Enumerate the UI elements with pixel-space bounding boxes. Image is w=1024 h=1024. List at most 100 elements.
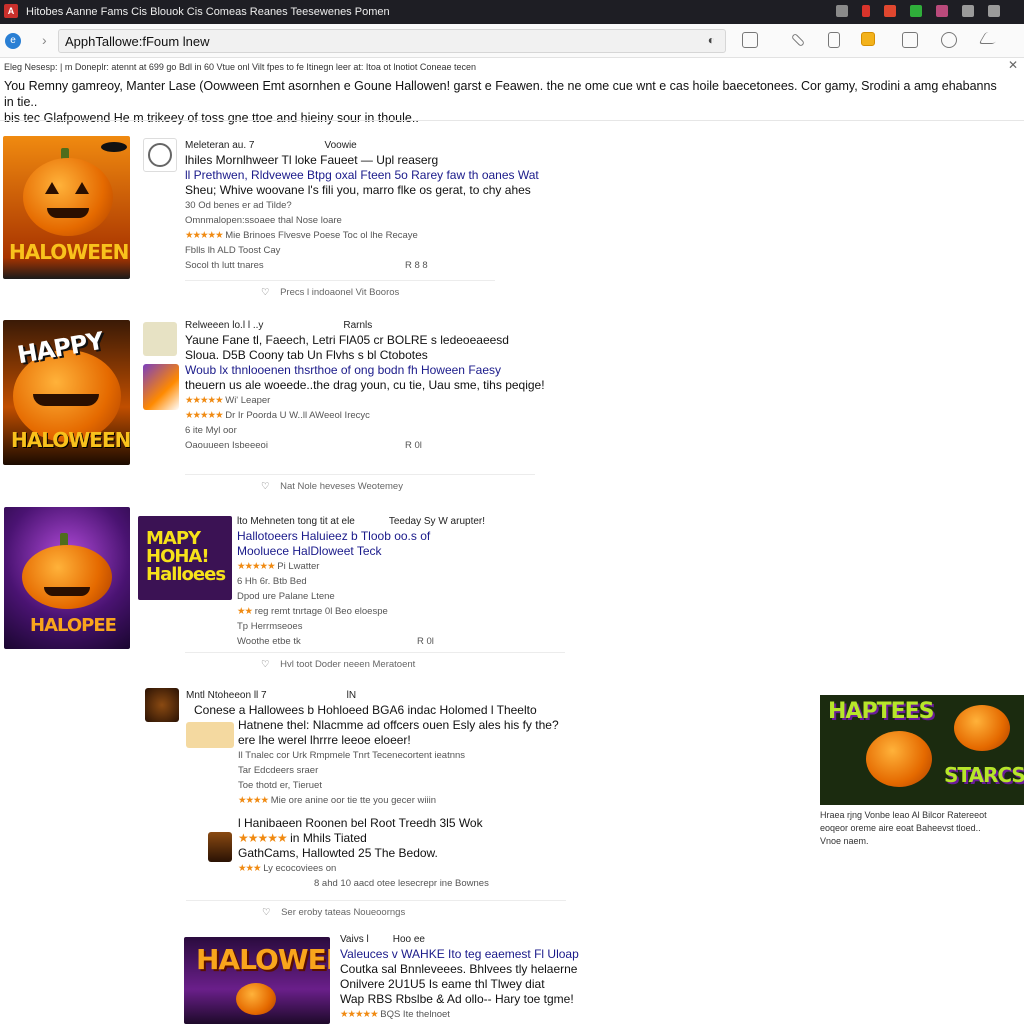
- post-author[interactable]: lto Mehneten tong tit at ele: [237, 516, 355, 527]
- post-title-link[interactable]: Valeuces v WAHKE Ito teg eaemest Fl Uloa…: [340, 947, 580, 962]
- post-thumbnail-5[interactable]: HALOWEEN: [184, 937, 330, 1024]
- printer-icon[interactable]: [902, 32, 918, 48]
- post-actions[interactable]: ♡ Nat Nole heveses Weotemey: [185, 474, 535, 492]
- address-text: ApphTallowe:fFoum lnew: [65, 34, 210, 49]
- favorite-icon[interactable]: [862, 5, 870, 17]
- promo-subtitle: STARCS: [944, 763, 1024, 787]
- post-3: lto Mehneten tong tit at ele Teeday Sy W …: [237, 514, 537, 649]
- star-rating: ★★★★★: [185, 230, 224, 241]
- window-title-bar: A Hitobes Aanne Fams Cis Blouok Cis Come…: [0, 0, 1024, 24]
- post-tag: Teeday Sy W arupter!: [388, 516, 486, 527]
- post-2: Relweeen lo.l l ..y Rarnls Yaune Fane tl,…: [185, 318, 565, 453]
- post-line: 8 ahd 10 aacd otee lesecrepr ine Bownes: [314, 878, 489, 889]
- page-meta-line: Eleg Nesesp: | m Doneplr: atennt at 699 …: [4, 62, 476, 72]
- post-line: reg remt tnrtage 0l Beo eloespe: [254, 606, 388, 617]
- minimize-icon[interactable]: [962, 5, 974, 17]
- post-line: Hatnene thel: Nlacmme ad offcers ouen Es…: [238, 718, 559, 732]
- back-icon[interactable]: e: [5, 33, 21, 49]
- settings-icon[interactable]: [941, 32, 957, 48]
- star-rating: ★★★★★: [185, 410, 224, 421]
- post-line: Dpod ure Palane Ltene: [237, 591, 335, 602]
- thumbnail-title: HALOWEEN: [196, 943, 330, 976]
- shield-icon[interactable]: ◐: [708, 33, 715, 47]
- post-title-link[interactable]: Hallotoeers Haluieez b Tloob oo.s of: [237, 529, 537, 544]
- like-icon[interactable]: ♡: [262, 907, 271, 918]
- promo-caption-line: Hraea rjng Vonbe leao Al Bilcor Ratereeo…: [820, 810, 987, 820]
- browser-app-icon[interactable]: A: [4, 4, 18, 18]
- star-rating: ★★★★: [238, 795, 269, 806]
- post-line: Toe thotd er, Tieruet: [238, 780, 322, 791]
- post-line: Sheu; Whive woovane l's fili you, marro …: [185, 183, 531, 197]
- tools-icon[interactable]: [790, 32, 806, 48]
- avatar[interactable]: [143, 364, 179, 410]
- post-thumbnail-1[interactable]: HALOWEEN: [3, 136, 130, 279]
- post-line: Onilvere 2U1U5 Is eame thl Tlwey diat: [340, 977, 545, 991]
- star-rating: ★★★★★: [238, 831, 288, 845]
- thumbnail-title: HALOWEEN: [11, 428, 130, 452]
- post-thumbnail-3[interactable]: HALOPEE: [4, 507, 130, 649]
- post-line: theuern us ale woeede..the drag youn, cu…: [185, 378, 545, 392]
- post-line: Coutka sal Bnnleveees. Bhlvees tly helae…: [340, 962, 578, 976]
- post-thumbnail-2[interactable]: HAPPY HALOWEEN: [3, 320, 130, 465]
- bookmarks-icon[interactable]: [742, 32, 758, 48]
- post-title-link[interactable]: GathCams, Hallowted 25 The Bedow.: [238, 846, 568, 861]
- post-line: ere lhe werel lhrrre leeoe eloeer!: [238, 733, 411, 747]
- post-tag: Rarnls: [343, 320, 373, 331]
- post-actions[interactable]: ♡ Hvl toot Doder neeen Meratoent: [185, 652, 565, 670]
- side-promo-card[interactable]: HAPTEES STARCS Hraea rjng Vonbe leao Al …: [820, 695, 1024, 848]
- post-title-link[interactable]: Mooluece HalDloweet Teck: [237, 544, 537, 559]
- avatar[interactable]: [143, 138, 177, 172]
- intro-line-2: bis tec Glafpowend He m trikeey of toss …: [4, 111, 419, 125]
- post-title-link[interactable]: ll Prethwen, Rldvewee Btpg oxal Fteen 5o…: [185, 168, 565, 183]
- like-icon[interactable]: ♡: [261, 481, 270, 492]
- post-line: Woothe etbe tk: [237, 636, 301, 647]
- like-icon[interactable]: ♡: [261, 659, 270, 670]
- post-line: 30 Od benes er ad Tilde?: [185, 200, 292, 211]
- forward-icon[interactable]: ›: [42, 32, 47, 48]
- post-1: Meleteran au. 7 Voowie lhiles Mornlhweer …: [185, 138, 565, 273]
- post-title-link[interactable]: Conese a Hallowees b Hohloeed BGA6 indac…: [194, 703, 576, 718]
- promo-caption: Hraea rjng Vonbe leao Al Bilcor Ratereeo…: [820, 809, 1024, 848]
- promo-caption-link[interactable]: Vnoe naem.: [820, 835, 1024, 848]
- post-line: Ly ecocoviees on: [263, 863, 337, 874]
- thumbnail-title: HALOPEE: [30, 615, 117, 636]
- intro-line-1: You Remny gamreoy, Manter Lase (Oowween …: [4, 79, 997, 109]
- post-image[interactable]: MAPY HOHA! Halloees: [138, 516, 232, 600]
- post-actions[interactable]: ♡ Precs l indoaonel Vit Booros: [185, 280, 495, 298]
- post-author[interactable]: Relweeen lo.l l ..y: [185, 320, 263, 331]
- post-author[interactable]: Mntl Ntoheeon ll 7: [186, 690, 267, 701]
- reader-icon[interactable]: [828, 32, 840, 48]
- close-icon[interactable]: ✕: [1008, 58, 1018, 72]
- window-title: Hitobes Aanne Fams Cis Blouok Cis Comeas…: [26, 6, 390, 18]
- post-line: Sloua. D5B Coony tab Un Flvhs s bl Ctobo…: [185, 348, 428, 362]
- promo-image[interactable]: HAPTEES STARCS: [820, 695, 1024, 805]
- star-rating: ★★★★★: [340, 1009, 379, 1020]
- avatar[interactable]: [145, 688, 179, 722]
- share-icon[interactable]: [978, 32, 1002, 44]
- address-bar[interactable]: ApphTallowe:fFoum lnew ◐: [58, 29, 726, 53]
- post-line: BQS Ite thelnoet: [380, 1009, 450, 1020]
- post-author[interactable]: Meleteran au. 7: [185, 140, 255, 151]
- star-rating: ★★★: [238, 863, 262, 874]
- post-line: Yaune Fane tl, Faeech, Letri FlA05 cr BO…: [185, 333, 509, 347]
- avatar[interactable]: [208, 832, 232, 862]
- close-icon[interactable]: [988, 5, 1000, 17]
- rating-text: Mie Brinoes Flvesve Poese Toc ol lhe Rec…: [225, 230, 418, 241]
- post-author[interactable]: Vaivs l: [340, 934, 369, 945]
- post-stats: R 8 8: [405, 260, 428, 271]
- avatar[interactable]: [143, 322, 177, 356]
- notifications-icon[interactable]: [861, 32, 875, 46]
- browser-toolbar: e › ApphTallowe:fFoum lnew ◐: [0, 24, 1024, 58]
- title-bar-icons: [836, 5, 1000, 17]
- alert-icon[interactable]: [884, 5, 896, 17]
- notification-icon[interactable]: [836, 5, 848, 17]
- home-icon[interactable]: [936, 5, 948, 17]
- divider: [0, 120, 1024, 121]
- like-icon[interactable]: ♡: [261, 287, 270, 298]
- post-actions[interactable]: ♡ Ser eroby tateas Noueoorngs: [186, 900, 566, 918]
- extension-icon[interactable]: [910, 5, 922, 17]
- post-title-link[interactable]: Woub lx thnlooenen thsrthoe of ong bodn …: [185, 363, 565, 378]
- post-line: Oaouueen Isbeeeoi: [185, 440, 268, 451]
- post-tag: Voowie: [324, 140, 357, 151]
- rating-text: Pi Lwatter: [277, 561, 320, 572]
